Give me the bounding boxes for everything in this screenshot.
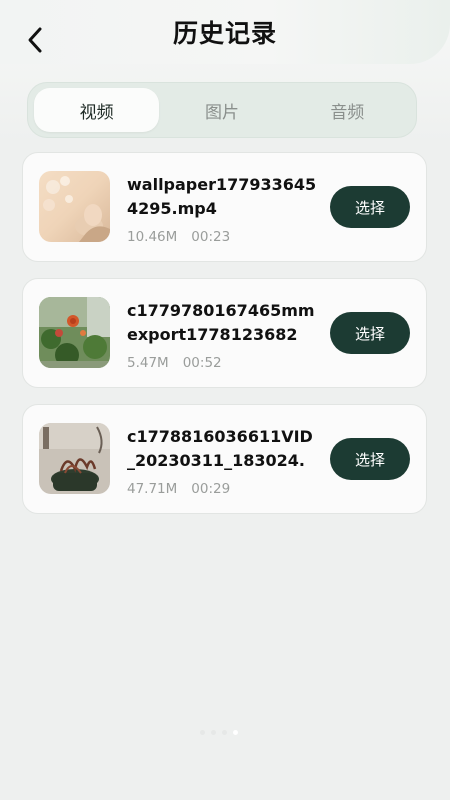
page-dot — [200, 730, 205, 735]
file-name: wallpaper1779336454295.mp4 — [127, 175, 317, 218]
list-item[interactable]: wallpaper1779336454295.mp4 10.46M 00:23 … — [22, 152, 427, 262]
page-title: 历史记录 — [172, 19, 277, 48]
file-duration: 00:23 — [191, 229, 231, 245]
file-name: c1778816036611VID_20230311_183024. — [127, 427, 313, 470]
tab-audio[interactable]: 音频 — [285, 88, 410, 132]
tab-image[interactable]: 图片 — [159, 88, 284, 132]
rose-garden-thumbnail — [39, 297, 110, 368]
portrait-flowers-thumbnail — [39, 171, 110, 242]
select-button[interactable]: 选择 — [330, 312, 410, 354]
potted-plant-thumbnail — [39, 423, 110, 494]
page-dot-active — [233, 730, 238, 735]
file-meta: 10.46M 00:23 — [127, 229, 230, 245]
file-size: 5.47M — [127, 355, 169, 371]
file-duration: 00:29 — [191, 481, 231, 497]
list-item[interactable]: c1778816036611VID_20230311_183024. 47.71… — [22, 404, 427, 514]
file-size: 10.46M — [127, 229, 178, 245]
file-size: 47.71M — [127, 481, 178, 497]
history-list: wallpaper1779336454295.mp4 10.46M 00:23 … — [22, 152, 427, 530]
file-meta: 5.47M 00:52 — [127, 355, 222, 371]
select-button[interactable]: 选择 — [330, 438, 410, 480]
file-meta: 47.71M 00:29 — [127, 481, 230, 497]
page-dot — [211, 730, 216, 735]
media-type-tabs: 视频 图片 音频 — [27, 82, 417, 138]
file-duration: 00:52 — [182, 355, 222, 371]
select-button[interactable]: 选择 — [330, 186, 410, 228]
list-item[interactable]: c1779780167465mmexport1778123682 5.47M 0… — [22, 278, 427, 388]
tab-video[interactable]: 视频 — [34, 88, 160, 132]
header-bar: 历史记录 — [0, 0, 450, 64]
file-name: c1779780167465mmexport1778123682 — [127, 301, 315, 344]
page-dot — [222, 730, 227, 735]
page-indicator — [200, 730, 238, 735]
history-screen: 历史记录 视频 图片 音频 wallpaper1779336454295.mp4… — [0, 0, 450, 800]
